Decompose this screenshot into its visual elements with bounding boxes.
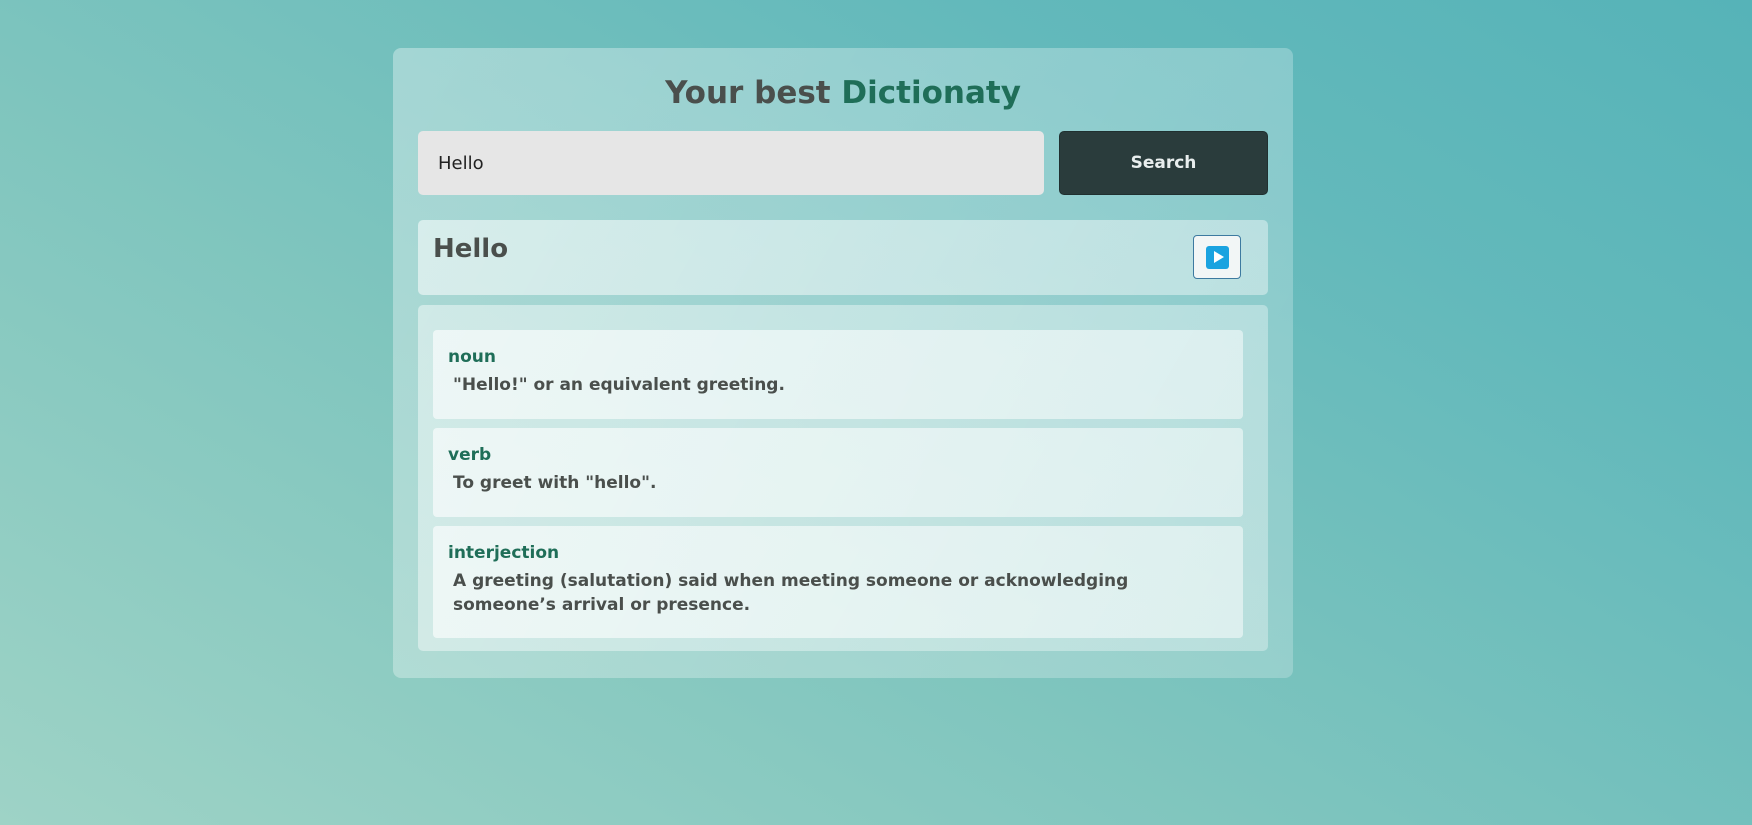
title-prefix: Your best (665, 75, 831, 111)
part-of-speech: interjection (448, 543, 560, 563)
definition-item: interjection A greeting (salutation) sai… (433, 526, 1243, 638)
definitions-list: noun "Hello!" or an equivalent greeting.… (418, 305, 1268, 651)
definition-item: noun "Hello!" or an equivalent greeting. (433, 330, 1243, 419)
word-header: Hello (418, 220, 1268, 295)
search-input[interactable] (418, 131, 1044, 195)
part-of-speech: noun (448, 347, 496, 367)
definition-text: To greet with "hello". (453, 473, 657, 493)
play-audio-button[interactable] (1193, 235, 1241, 279)
result-word: Hello (433, 234, 509, 264)
title-accent: Dictionaty (841, 75, 1021, 111)
part-of-speech: verb (448, 445, 492, 465)
page-title: Your best Dictionaty (393, 72, 1293, 114)
definition-text: A greeting (salutation) said when meetin… (453, 571, 1129, 615)
dictionary-card: Your best Dictionaty Search Hello noun "… (393, 48, 1293, 678)
definition-item: verb To greet with "hello". (433, 428, 1243, 517)
search-button[interactable]: Search (1059, 131, 1268, 195)
play-icon (1206, 246, 1229, 269)
definition-text: "Hello!" or an equivalent greeting. (453, 375, 785, 395)
